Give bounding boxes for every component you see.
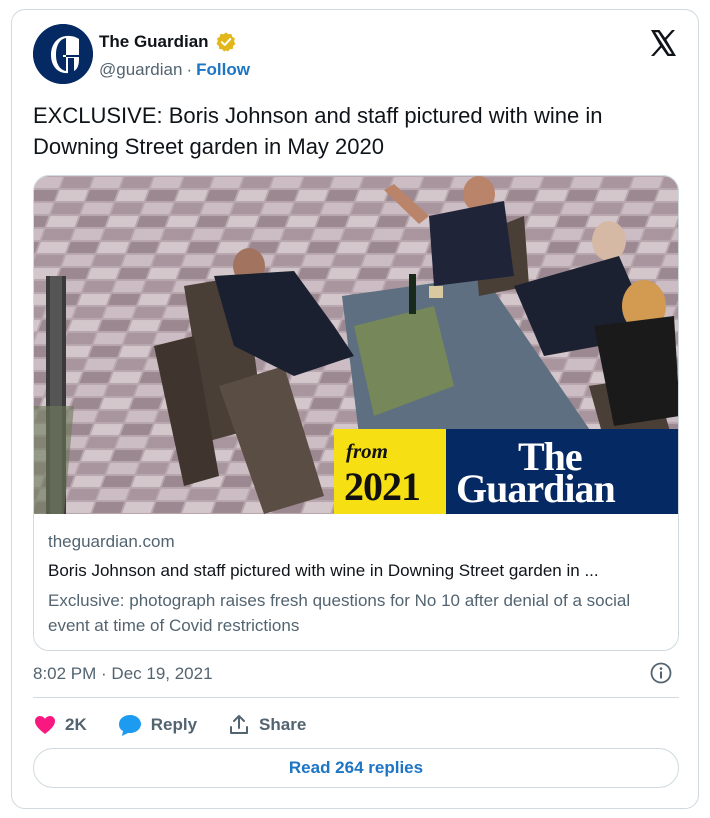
reply-button[interactable]: Reply (117, 713, 197, 737)
year-badge: from 2021 (334, 429, 446, 514)
like-count: 2K (65, 715, 87, 734)
info-icon[interactable] (649, 661, 673, 685)
divider (33, 697, 679, 698)
guardian-wordmark: The Guardian (446, 429, 678, 514)
reply-bubble-icon (118, 715, 141, 736)
read-replies-button[interactable]: Read 264 replies (33, 748, 679, 788)
link-title[interactable]: Boris Johnson and staff pictured with wi… (48, 558, 668, 584)
share-icon (230, 715, 249, 734)
action-bar: 2K Reply Share (33, 710, 336, 740)
guardian-logo-icon[interactable] (33, 24, 93, 84)
tweet-timestamp[interactable]: 8:02 PM · Dec 19, 2021 (33, 662, 213, 686)
link-domain: theguardian.com (48, 532, 175, 551)
tweet-embed-card: The Guardian @guardian · Follow EXCLUSIV… (11, 9, 699, 809)
share-button[interactable]: Share (227, 713, 306, 737)
link-preview-card[interactable]: from 2021 The Guardian theguardian.com B… (33, 175, 679, 651)
link-meta: theguardian.com Boris Johnson and staff … (48, 530, 668, 638)
author-name[interactable]: The Guardian (99, 32, 209, 52)
author-handle[interactable]: @guardian (99, 60, 182, 80)
reply-label: Reply (150, 715, 198, 734)
wordmark-guardian: Guardian (456, 466, 616, 511)
badge-year-text: 2021 (344, 464, 421, 509)
x-logo-icon[interactable] (648, 28, 678, 58)
like-button[interactable]: 2K (33, 713, 87, 737)
badge-from-text: from (346, 439, 388, 463)
tweet-author: The Guardian @guardian · Follow (99, 30, 250, 82)
tweet-text: EXCLUSIVE: Boris Johnson and staff pictu… (33, 103, 603, 159)
verified-badge-icon (216, 32, 236, 52)
separator: · (186, 60, 193, 79)
follow-button[interactable]: Follow (196, 60, 250, 80)
share-label: Share (259, 715, 307, 734)
heart-icon (35, 716, 55, 734)
link-description: Exclusive: photograph raises fresh quest… (48, 591, 631, 635)
article-photo: from 2021 The Guardian (34, 176, 678, 514)
